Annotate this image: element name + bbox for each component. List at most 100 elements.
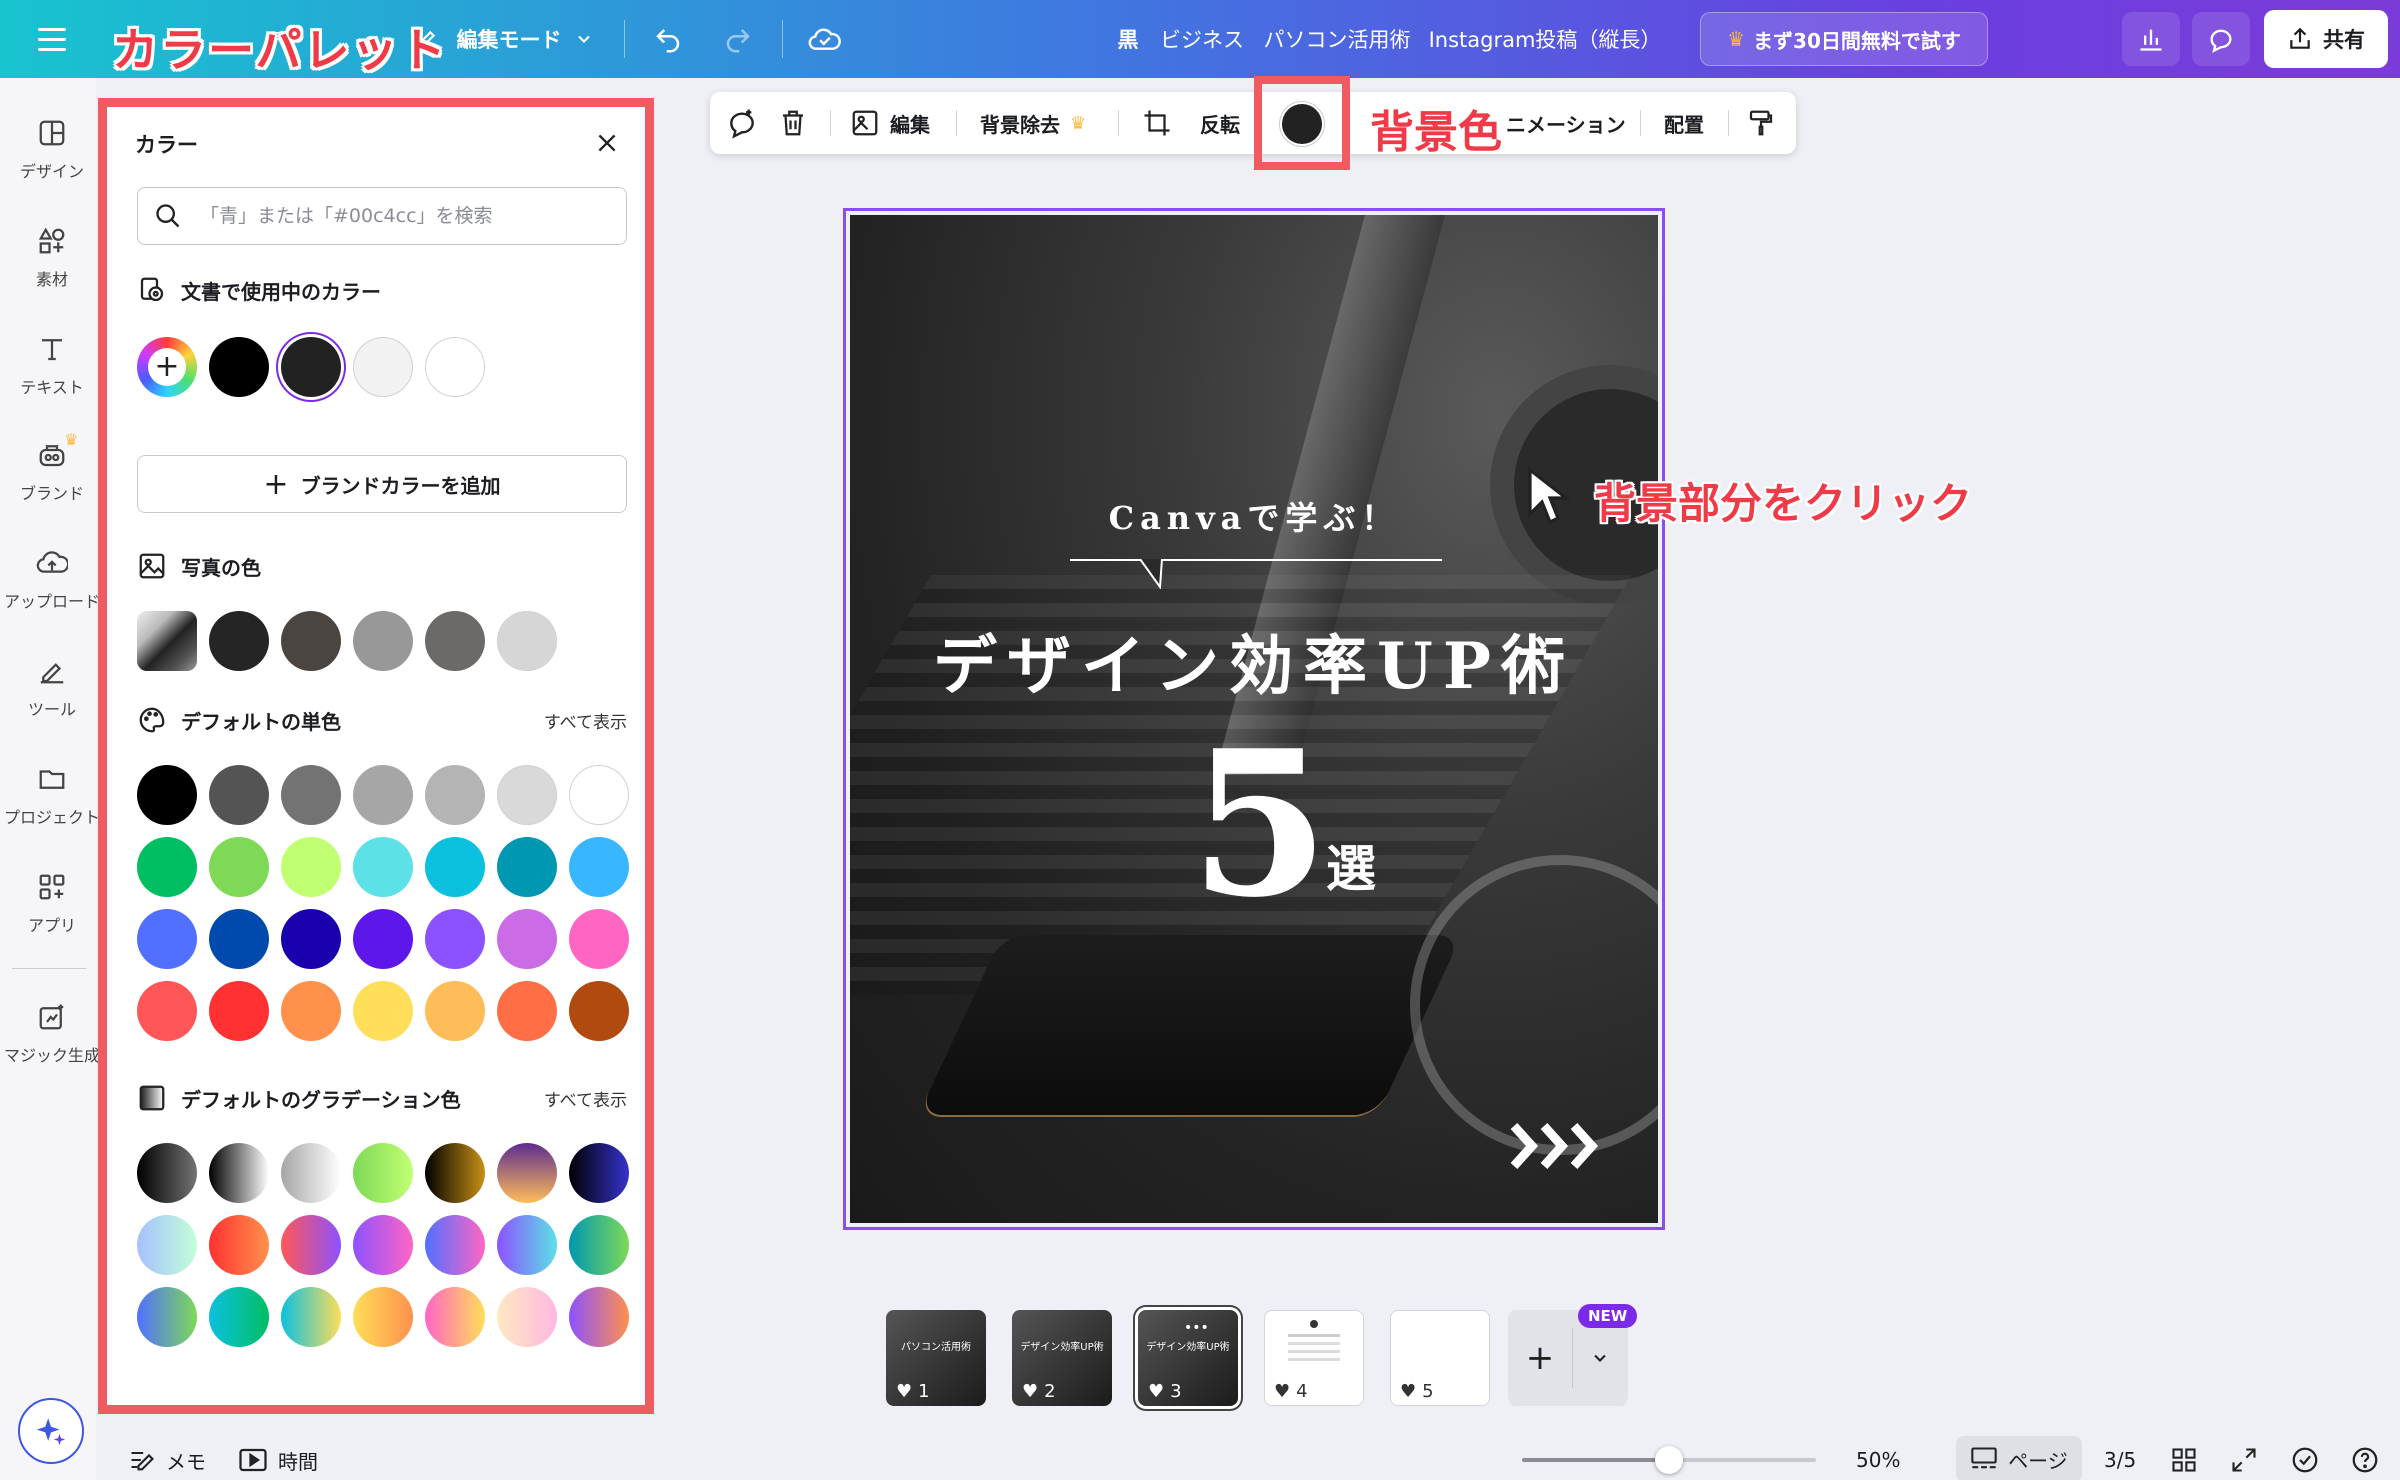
copy-style-button[interactable] <box>1746 92 1776 154</box>
gradient-swatch[interactable] <box>281 1143 341 1203</box>
color-swatch[interactable] <box>209 981 269 1041</box>
zoom-slider-handle[interactable] <box>1655 1446 1683 1474</box>
color-swatch[interactable] <box>497 909 557 969</box>
color-swatch[interactable] <box>425 765 485 825</box>
color-swatch[interactable] <box>137 909 197 969</box>
menu-icon[interactable] <box>28 19 76 59</box>
help-button[interactable] <box>2350 1444 2380 1476</box>
color-swatch[interactable] <box>209 765 269 825</box>
page-number-text[interactable]: 5 <box>1190 725 1329 925</box>
animate-button[interactable]: ニメーション <box>1506 92 1626 154</box>
gradient-swatch[interactable] <box>353 1215 413 1275</box>
undo-icon[interactable] <box>648 20 688 60</box>
position-button[interactable]: 配置 <box>1664 92 1704 154</box>
gradient-swatch[interactable] <box>497 1287 557 1347</box>
gradient-swatch[interactable] <box>497 1143 557 1203</box>
add-page-button[interactable]: + <box>1508 1310 1572 1406</box>
gradient-swatch[interactable] <box>353 1143 413 1203</box>
rail-item-text[interactable]: テキスト <box>0 332 104 398</box>
color-swatch[interactable] <box>209 837 269 897</box>
fullscreen-button[interactable] <box>2230 1444 2258 1476</box>
page-thumbnail[interactable]: パソコン活用術 ♥ 1 <box>886 1310 986 1406</box>
breadcrumb-item[interactable]: Instagram投稿（縦長） <box>1429 17 1662 61</box>
color-swatch[interactable] <box>281 837 341 897</box>
edit-mode-dropdown[interactable]: 編集モード <box>450 17 600 61</box>
color-swatch[interactable] <box>497 981 557 1041</box>
gradient-swatch[interactable] <box>353 1287 413 1347</box>
color-swatch[interactable] <box>497 837 557 897</box>
show-all-solid-link[interactable]: すべて表示 <box>544 708 627 733</box>
ai-edit-button[interactable] <box>726 92 758 154</box>
gradient-swatch[interactable] <box>209 1143 269 1203</box>
color-swatch[interactable] <box>209 337 269 397</box>
flip-button[interactable]: 反転 <box>1200 92 1240 154</box>
delete-button[interactable] <box>778 92 808 154</box>
breadcrumb-item[interactable]: パソコン活用術 <box>1262 17 1412 61</box>
color-swatch[interactable] <box>497 765 557 825</box>
color-swatch[interactable] <box>497 611 557 671</box>
page-thumbnail[interactable]: ♥ 5 <box>1390 1310 1490 1406</box>
crop-button[interactable] <box>1142 92 1172 154</box>
show-all-gradient-link[interactable]: すべて表示 <box>544 1086 627 1111</box>
color-swatch[interactable] <box>281 909 341 969</box>
bg-remove-button[interactable]: 背景除去 ♛ <box>980 92 1086 154</box>
color-swatch[interactable] <box>353 837 413 897</box>
edit-image-button[interactable]: 編集 <box>850 92 930 154</box>
rail-item-apps[interactable]: アプリ <box>0 870 104 936</box>
color-swatch[interactable] <box>209 909 269 969</box>
comments-button[interactable] <box>2192 12 2250 66</box>
gradient-swatch[interactable] <box>209 1287 269 1347</box>
rail-item-tools[interactable]: ツール <box>0 654 104 720</box>
color-swatch[interactable] <box>425 611 485 671</box>
gradient-swatch[interactable] <box>137 1287 197 1347</box>
more-icon[interactable]: ••• <box>1184 1320 1209 1336</box>
rail-item-upload[interactable]: アップロード <box>0 546 104 612</box>
color-swatch[interactable] <box>425 981 485 1041</box>
gradient-swatch[interactable] <box>137 1215 197 1275</box>
zoom-slider[interactable] <box>1522 1446 1816 1474</box>
pages-view-button[interactable]: ページ <box>1956 1436 2082 1480</box>
breadcrumb-item[interactable]: 黒 <box>1116 17 1140 61</box>
color-swatch[interactable] <box>569 765 629 825</box>
share-button[interactable]: 共有 <box>2264 10 2388 68</box>
color-swatch[interactable] <box>137 981 197 1041</box>
color-swatch[interactable] <box>569 981 629 1041</box>
color-swatch[interactable] <box>425 337 485 397</box>
color-swatch[interactable] <box>569 837 629 897</box>
gradient-swatch[interactable] <box>569 1143 629 1203</box>
close-panel-button[interactable] <box>589 125 625 161</box>
color-swatch[interactable] <box>425 909 485 969</box>
page-thumbnail[interactable]: デザイン効率UP術 ♥ 2 <box>1012 1310 1112 1406</box>
color-swatch[interactable] <box>281 765 341 825</box>
gradient-swatch[interactable] <box>281 1215 341 1275</box>
add-brand-color-button[interactable]: + ブランドカラーを追加 <box>137 455 627 513</box>
rail-item-projects[interactable]: プロジェクト <box>0 762 104 828</box>
gradient-swatch[interactable] <box>497 1215 557 1275</box>
gradient-swatch[interactable] <box>425 1215 485 1275</box>
color-swatch[interactable] <box>425 837 485 897</box>
notes-button[interactable]: メモ <box>128 1444 206 1476</box>
gradient-swatch[interactable] <box>425 1287 485 1347</box>
gradient-swatch[interactable] <box>569 1287 629 1347</box>
add-color-button[interactable]: + <box>137 337 197 397</box>
color-swatch[interactable] <box>281 611 341 671</box>
rail-item-elements[interactable]: 素材 <box>0 224 104 290</box>
magic-assistant-button[interactable] <box>18 1398 84 1464</box>
color-swatch[interactable] <box>137 837 197 897</box>
check-button[interactable] <box>2290 1444 2320 1476</box>
design-page[interactable]: Canvaで学ぶ！ デザイン効率UP術 5 選 <box>850 215 1658 1223</box>
page-suffix-text[interactable]: 選 <box>1326 829 1376 901</box>
color-swatch[interactable] <box>281 981 341 1041</box>
gradient-swatch[interactable] <box>281 1287 341 1347</box>
color-swatch[interactable] <box>353 337 413 397</box>
rail-item-magic[interactable]: マジック生成 <box>0 1000 104 1066</box>
color-swatch[interactable] <box>137 765 197 825</box>
free-trial-button[interactable]: ♛ まず30日間無料で試す <box>1700 12 1988 66</box>
rail-item-design[interactable]: デザイン <box>0 116 104 182</box>
timer-button[interactable]: 時間 <box>238 1444 318 1476</box>
rail-item-brand[interactable]: ブランド <box>0 438 104 504</box>
color-swatch[interactable] <box>353 765 413 825</box>
page-title[interactable]: デザイン効率UP術 <box>850 615 1658 707</box>
analytics-button[interactable] <box>2122 12 2180 66</box>
color-swatch[interactable] <box>353 909 413 969</box>
